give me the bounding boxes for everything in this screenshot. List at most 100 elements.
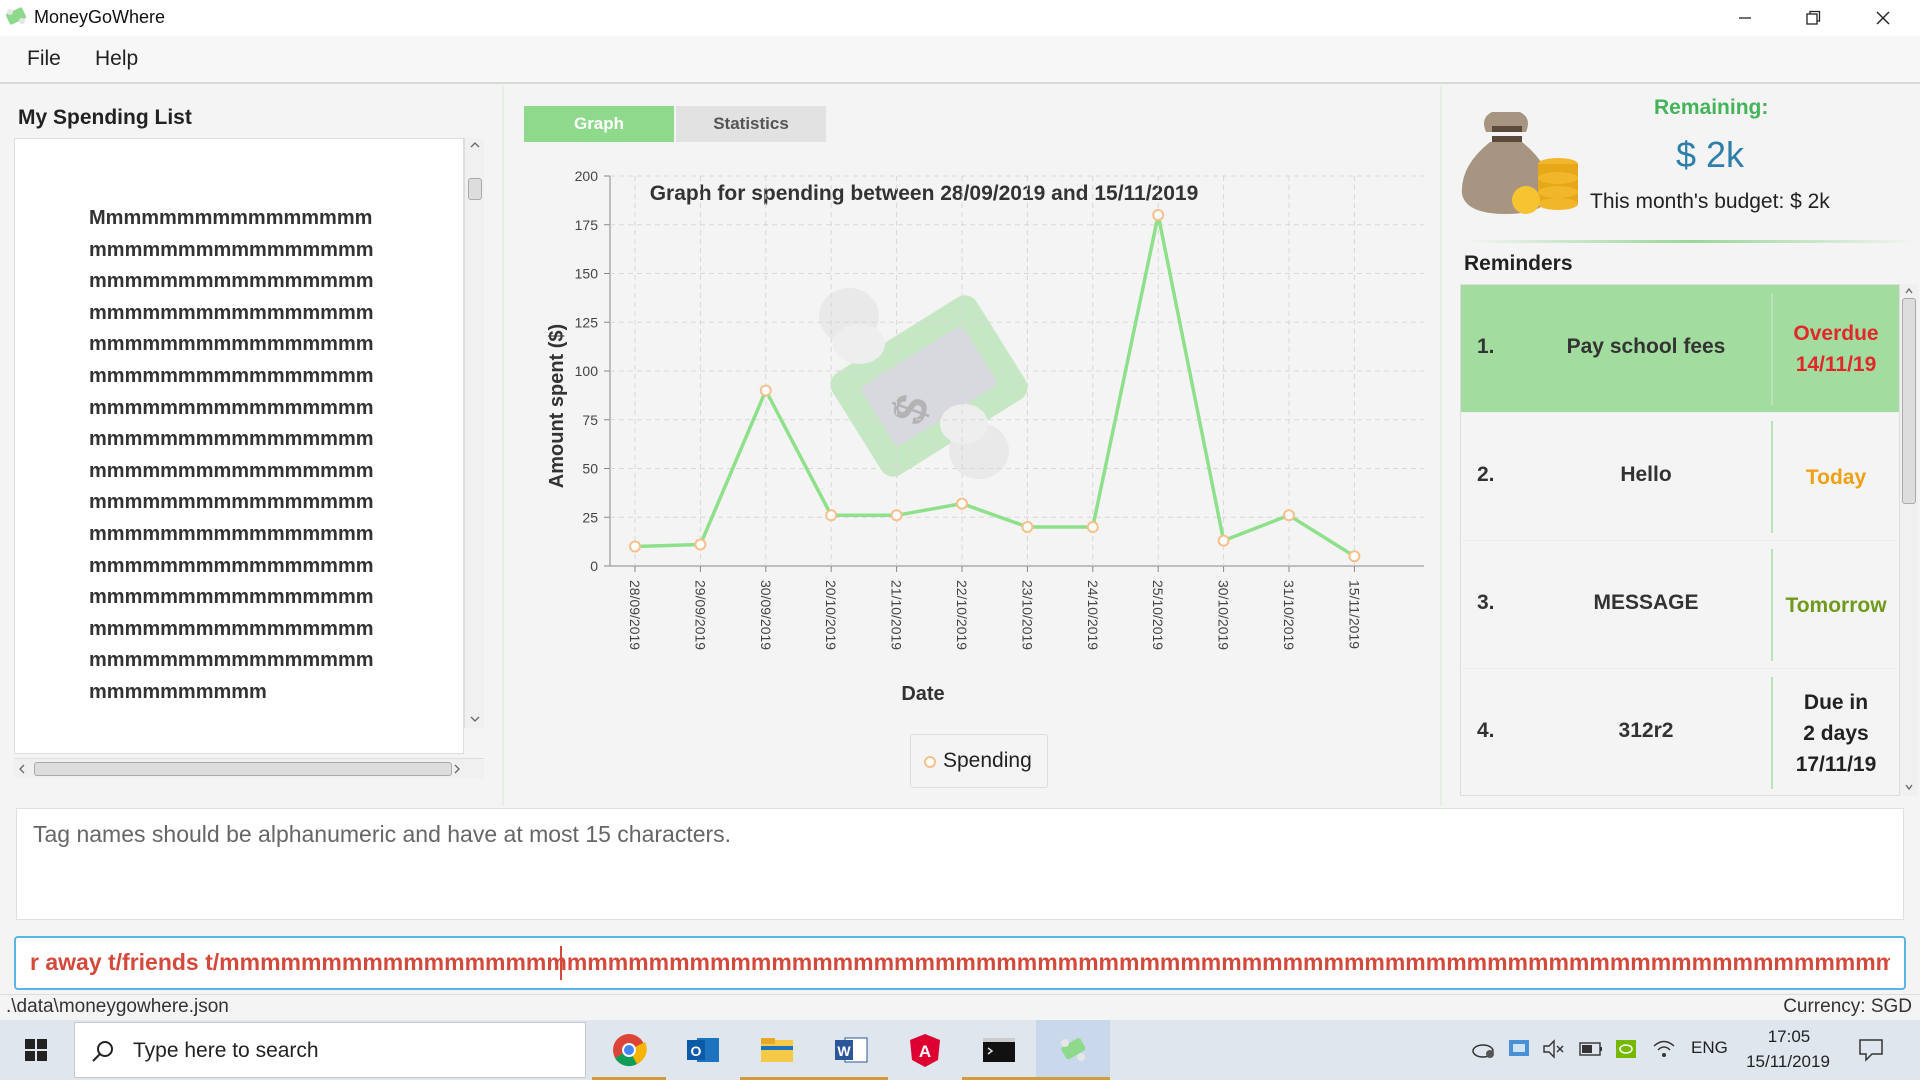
menu-help[interactable]: Help [95,47,138,71]
taskbar-word[interactable]: W [814,1020,888,1080]
scroll-down-icon[interactable] [1904,782,1914,792]
taskbar-file-explorer[interactable] [740,1020,814,1080]
scrollbar-thumb[interactable] [1902,298,1916,504]
currency-indicator: Currency: SGD [1783,996,1912,1017]
reminder-number: 3. [1477,591,1495,614]
data-point[interactable] [1283,509,1295,522]
spending-line-chart: Graph for spending between 28/09/2019 an… [546,168,1424,705]
scroll-up-icon[interactable] [469,140,481,150]
spending-list[interactable]: Mmmmmmmmmmmmmmmmmmmmmmmmmmmmmmmmmmmmmmmm… [14,138,464,754]
folder-icon [761,1038,793,1062]
restore-button[interactable] [1778,0,1848,36]
x-tick-label: 25/10/2019 [1150,580,1166,650]
result-message: Tag names should be alphanumeric and hav… [33,821,732,847]
spending-list-vertical-scrollbar[interactable] [464,138,484,728]
scroll-down-icon[interactable] [469,714,481,724]
data-point[interactable] [629,540,641,553]
svg-text:O: O [691,1043,702,1059]
nvidia-icon[interactable] [1614,1038,1638,1060]
x-tick-label: 31/10/2019 [1281,580,1297,650]
y-tick-label: 200 [575,168,599,184]
wifi-icon[interactable] [1652,1038,1676,1060]
reminder-row[interactable]: 4. 312r2 Due in 2 days 17/11/19 [1461,669,1899,795]
window-title: MoneyGoWhere [34,7,166,27]
clock-time[interactable]: 17:05 [1754,1027,1824,1047]
data-point[interactable] [1021,521,1034,533]
y-tick-label: 150 [575,266,599,282]
reminder-due-line: Overdue [1793,322,1879,345]
reminder-number: 4. [1477,719,1495,742]
taskbar-search[interactable]: Type here to search [74,1022,586,1078]
reminder-message: Pay school fees [1566,335,1726,358]
scroll-left-icon[interactable] [17,763,27,775]
y-tick-label: 0 [590,558,598,574]
monthly-budget-text: This month's budget: $ 2k [1590,190,1830,213]
data-point[interactable] [1086,521,1099,533]
notifications-icon[interactable] [1858,1038,1884,1062]
scroll-right-icon[interactable] [452,763,462,775]
volume-muted-icon[interactable] [1541,1038,1565,1060]
scrollbar-thumb[interactable] [468,178,482,200]
x-tick-label: 30/09/2019 [758,580,774,650]
result-display: Tag names should be alphanumeric and hav… [16,808,1904,920]
data-point[interactable] [890,509,903,522]
close-button[interactable] [1848,0,1918,36]
taskbar-moneygowhere[interactable] [1036,1020,1110,1080]
budget-divider [1464,240,1920,243]
minimize-button[interactable] [1710,0,1780,36]
x-tick-label: 30/10/2019 [1216,580,1232,650]
reminder-message: Hello [1620,463,1672,486]
data-file-path: .\data\moneygowhere.json [6,996,229,1017]
reminder-row[interactable]: 2. Hello Today [1461,413,1899,541]
clock-date[interactable]: 15/11/2019 [1738,1052,1838,1072]
command-input[interactable]: r away t/friends t/mmmmmmmmmmmmmmmmmmmmm… [14,936,1906,990]
language-indicator[interactable]: ENG [1691,1038,1728,1058]
battery-icon[interactable] [1578,1038,1604,1060]
restore-icon [1806,10,1821,25]
title-bar: MoneyGoWhere [0,0,1920,36]
y-tick-label: 125 [575,314,599,330]
scroll-up-icon[interactable] [1904,286,1914,296]
chart-title: Graph for spending between 28/09/2019 an… [650,182,1199,205]
spending-list-horizontal-scrollbar[interactable] [14,758,484,778]
data-point[interactable] [1152,209,1165,221]
svg-text:W: W [837,1043,851,1059]
x-tick-label: 28/09/2019 [627,580,643,650]
x-tick-label: 15/11/2019 [1346,580,1362,649]
graph-panel: Graph Statistics Graph for spending betw… [502,86,1442,806]
windows-logo-icon [25,1039,47,1061]
taskbar-angular[interactable]: A [888,1020,962,1080]
start-button[interactable] [0,1020,72,1080]
tab-statistics[interactable]: Statistics [676,106,826,142]
remaining-label: Remaining: [1654,96,1769,119]
taskbar-terminal[interactable] [962,1020,1036,1080]
spending-list-title: My Spending List [18,106,192,129]
moneygowhere-icon [1061,1038,1086,1061]
menu-file[interactable]: File [27,47,61,71]
legend-marker-icon [924,756,936,768]
spending-list-item[interactable]: Mmmmmmmmmmmmmmmmmmmmmmmmmmmmmmmmmmmmmmmm… [89,203,389,709]
taskbar-chrome[interactable] [592,1020,666,1080]
data-point[interactable] [825,509,838,522]
taskbar-outlook[interactable]: O [666,1020,740,1080]
reminder-number: 2. [1477,463,1495,486]
data-point[interactable] [1348,550,1361,563]
data-point[interactable] [956,497,968,510]
reminder-row[interactable]: 1. Pay school fees Overdue 14/11/19 [1461,285,1899,413]
reminder-due-line: Tomorrow [1785,593,1887,617]
reminder-row[interactable]: 3. MESSAGE Tomorrow [1461,541,1899,669]
y-tick-label: 175 [575,217,599,233]
x-axis-label: Date [901,683,944,705]
onedrive-icon[interactable] [1470,1038,1496,1060]
network-drive-icon[interactable] [1507,1038,1531,1060]
data-point[interactable] [1217,534,1230,547]
reminder-message: MESSAGE [1593,591,1699,614]
reminders-scrollbar[interactable] [1900,284,1918,796]
scrollbar-thumb[interactable] [34,762,452,776]
data-point[interactable] [694,538,707,551]
data-point[interactable] [759,384,772,397]
tab-graph[interactable]: Graph [524,106,674,142]
command-text[interactable]: r away t/friends t/mmmmmmmmmmmmmmmmmmmmm… [30,949,1890,976]
x-tick-label: 24/10/2019 [1085,580,1101,650]
reminders-list[interactable]: 1. Pay school fees Overdue 14/11/19 2. Hello T… [1460,284,1900,796]
